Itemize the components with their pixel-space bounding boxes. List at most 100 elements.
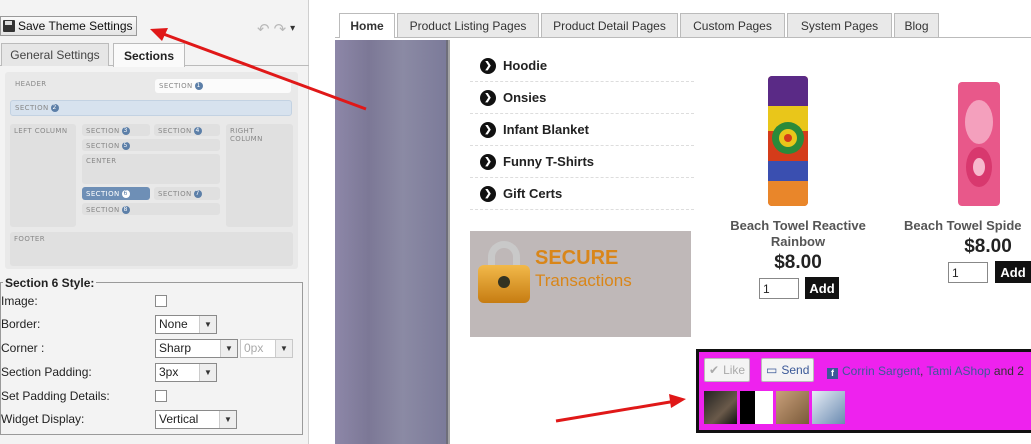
chevron-down-icon: ▼ [275,339,292,357]
border-label: Border: [1,317,41,331]
padding-details-checkbox[interactable] [155,390,167,402]
quantity-input[interactable]: 1 [948,262,988,283]
tab-general-settings[interactable]: General Settings [1,43,109,66]
image-row: Image: [1,291,167,311]
right-column-block[interactable]: Right Column [226,124,293,227]
chevron-down-icon: ▼ [219,410,236,428]
background-image-strip [335,40,450,444]
section-7-block[interactable]: Section 7 [154,187,220,200]
facebook-icon: f [827,368,838,379]
undo-icon[interactable]: ↶ [257,20,270,38]
center-block[interactable]: Center [82,154,220,184]
chevron-down-icon: ▼ [199,315,216,333]
page-type-tabs: Home Product Listing Pages Product Detai… [335,0,1031,38]
theme-settings-panel: Save Theme Settings ↶ ↷ ▾ General Settin… [0,0,309,444]
chevron-down-icon: ▼ [199,363,216,381]
widget-display-label: Widget Display: [1,412,85,426]
header-label: Header [15,80,47,88]
tab-product-detail-pages[interactable]: Product Detail Pages [541,13,678,37]
category-item[interactable]: ❯ Hoodie [470,50,694,82]
chat-bubble-icon: ▭ [766,363,778,377]
add-to-cart-button[interactable]: Add [995,261,1031,283]
category-item[interactable]: ❯ Infant Blanket [470,114,694,146]
padlock-icon [478,241,530,303]
product-image-rainbow-towel[interactable] [768,76,808,206]
product-price: $8.00 [774,252,822,273]
section-1-block[interactable]: Section 1 [155,79,291,93]
product-title[interactable]: Beach Towel Spide [904,218,1031,234]
add-to-cart-button[interactable]: Add [805,277,839,299]
widget-display-select[interactable]: Vertical ▼ [155,409,237,429]
chevron-right-icon: ❯ [480,185,496,202]
undo-redo-group: ↶ ↷ ▾ [257,20,295,38]
chevron-right-icon: ❯ [480,121,496,138]
padding-details-row: Set Padding Details: [1,386,167,406]
section-2-block[interactable]: Section 2 [10,100,292,116]
category-item[interactable]: ❯ Funny T-Shirts [470,146,694,178]
corner-label: Corner : [1,341,45,355]
save-theme-settings-button[interactable]: Save Theme Settings [0,16,137,36]
image-label: Image: [1,294,38,308]
quantity-input[interactable]: 1 [759,278,799,299]
save-button-label: Save Theme Settings [18,19,133,33]
redo-icon[interactable]: ↷ [274,20,287,38]
secure-transactions-badge: SECURE Transactions [470,231,691,337]
section-3-block[interactable]: Section 3 [82,124,150,136]
chevron-down-icon: ▼ [220,339,237,357]
padding-select[interactable]: 3px ▼ [155,362,217,382]
avatar[interactable] [776,391,809,424]
section-style-box: Section 6 Style: Image: Border: None ▼ Co… [0,276,303,435]
facebook-like-widget: ✔ Like ▭ Send f Corrin Sargent, Tami AShop … [696,349,1031,433]
product-price: $8.00 [964,236,1012,257]
corner-row: Corner : Sharp ▼ 0px ▼ [1,338,293,358]
chevron-right-icon: ❯ [480,89,496,106]
section-8-block[interactable]: Section 8 [82,203,220,215]
tab-system-pages[interactable]: System Pages [787,13,892,37]
transactions-text: Transactions [535,271,632,290]
left-column-block[interactable]: Left Column [10,124,76,227]
section-number-badge: 2 [50,104,59,112]
product-image-pink-towel[interactable] [958,82,1000,206]
tab-product-listing-pages[interactable]: Product Listing Pages [397,13,539,37]
product-title[interactable]: Beach Towel Reactive Rainbow [723,218,873,250]
widget-display-row: Widget Display: Vertical ▼ [1,409,237,429]
padding-details-label: Set Padding Details: [1,389,110,403]
facebook-like-button[interactable]: ✔ Like [704,358,751,382]
padding-row: Section Padding: 3px ▼ [1,362,217,382]
history-menu-icon[interactable]: ▾ [290,20,295,38]
avatar[interactable] [704,391,737,424]
category-item[interactable]: ❯ Gift Certs [470,178,694,210]
padding-label: Section Padding: [1,365,92,379]
footer-block[interactable]: Footer [10,232,293,266]
section-4-block[interactable]: Section 4 [154,124,220,136]
category-item[interactable]: ❯ Onsies [470,82,694,114]
floppy-disk-icon [3,20,15,32]
tab-blog[interactable]: Blog [894,13,939,37]
category-list: ❯ Hoodie ❯ Onsies ❯ Infant Blanket ❯ Funny T… [470,50,694,210]
screen: Save Theme Settings ↶ ↷ ▾ General Settin… [0,0,1031,444]
settings-tabs: General Settings Sections [0,42,309,67]
section-layout-map: Header Section 1 Section 2 Left Column Sec… [5,72,298,269]
panel-separator [309,0,335,444]
corner-size-select[interactable]: 0px ▼ [240,338,293,358]
border-select[interactable]: None ▼ [155,314,217,334]
section-style-title: Section 6 Style: [3,276,97,290]
section-5-block[interactable]: Section 5 [82,139,220,151]
secure-text: SECURE [535,247,619,269]
corner-select[interactable]: Sharp ▼ [155,338,238,358]
chevron-right-icon: ❯ [480,153,496,170]
friend-link[interactable]: Corrin Sargent [842,364,920,378]
section-6-block[interactable]: Section 6 [82,187,150,200]
tab-sections[interactable]: Sections [113,43,185,67]
tab-home[interactable]: Home [339,13,395,38]
friend-link[interactable]: Tami AShop [927,364,991,378]
tab-custom-pages[interactable]: Custom Pages [680,13,785,37]
facebook-friends-text: f Corrin Sargent, Tami AShop and 2 [827,364,1024,379]
check-icon: ✔ [709,363,720,377]
avatar[interactable] [812,391,845,424]
border-row: Border: None ▼ [1,314,217,334]
avatar[interactable] [740,391,773,424]
facebook-send-button[interactable]: ▭ Send [761,358,815,382]
section-number-badge: 1 [194,82,203,90]
image-checkbox[interactable] [155,295,167,307]
